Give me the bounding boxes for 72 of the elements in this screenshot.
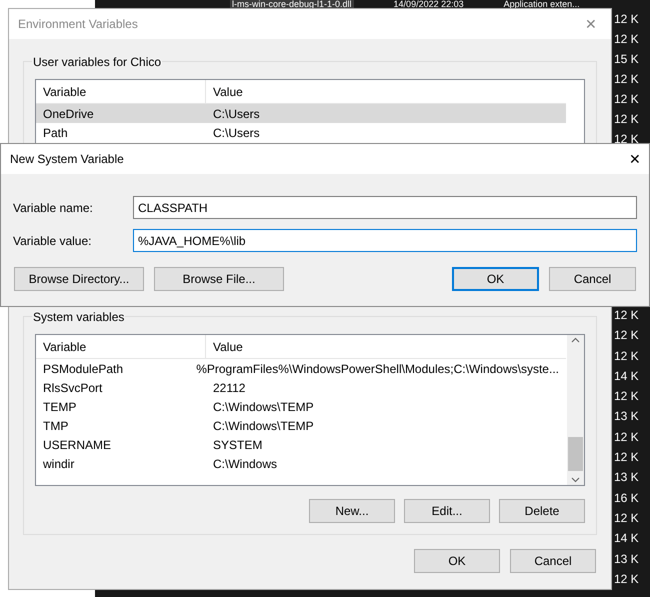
file-type: Application exten... [504,0,580,9]
file-size: 12 K [614,111,639,128]
variable-value: C:\Users [212,106,261,122]
list-row[interactable]: TEMP C:\Windows\TEMP [36,397,566,416]
variable-name: PSModulePath [42,360,124,378]
dialog-button[interactable]: Edit... [404,499,490,523]
variable-name: TEMP [42,398,78,416]
variable-name: OneDrive [42,106,95,122]
dialog-button[interactable]: Browse Directory... [14,267,144,291]
file-size: 12 K [614,327,639,344]
column-header: Value [212,84,244,100]
file-size: 16 K [614,490,639,507]
file-size: 12 K [614,11,639,28]
variable-name: windir [42,456,76,472]
list-row[interactable]: OneDrive C:\Users [36,104,566,123]
dialog-button[interactable]: OK [414,549,500,573]
dialog-button[interactable]: Delete [499,499,585,523]
input-field[interactable]: %JAVA_HOME%\lib [133,229,637,252]
variable-name: TMP [42,418,70,434]
file-size: 14 K [614,368,639,385]
list-row[interactable]: PSModulePath %ProgramFiles%\WindowsPowerShell\Modules;C:\Windows\syste... [36,359,566,378]
variable-name: RlsSvcPort [42,380,104,396]
file-size: 12 K [614,388,639,406]
list-row[interactable]: RlsSvcPort 22112 [36,378,566,397]
window-title: New System Variable [10,151,124,168]
file-size: 12 K [614,131,639,148]
field-label: Variable value: [13,232,92,250]
dialog-button[interactable]: New... [309,499,395,523]
file-size: 12 K [614,449,639,466]
variable-value: C:\Users [212,124,261,142]
column-header: Variable [36,80,206,103]
file-size: 12 K [614,91,639,108]
close-button[interactable]: ✕ [585,14,597,34]
file-size: 14 K [614,530,639,548]
variable-value: SYSTEM [212,436,264,454]
variable-value: C:\Windows\TEMP [212,418,315,434]
variable-value: C:\Windows\TEMP [212,398,315,416]
variable-value: %ProgramFiles%\WindowsPowerShell\Modules;C:\Windows\syste... [195,360,560,378]
list-row[interactable]: windir C:\Windows [36,454,566,473]
input-field[interactable]: CLASSPATH [133,196,637,219]
variable-name: Path [42,124,69,142]
dialog-button[interactable]: OK [452,267,539,291]
scroll-down-icon[interactable] [571,477,580,483]
column-header: Value [212,338,244,356]
file-size: 13 K [614,469,639,486]
scrollbar-thumb[interactable] [568,437,583,471]
window-title: Environment Variables [18,16,138,33]
variable-value: 22112 [212,380,246,396]
file-size: 12 K [614,348,639,365]
file-size: 15 K [614,51,639,68]
list-row[interactable]: USERNAME SYSTEM [36,435,566,454]
variable-name: USERNAME [42,436,112,454]
scrollbar[interactable] [567,335,584,485]
file-size: 12 K [614,31,639,48]
field-label: Variable name: [13,200,94,216]
scroll-up-icon[interactable] [571,337,580,343]
list-row[interactable]: Path C:\Users [36,123,566,142]
dialog-button[interactable]: Browse File... [154,267,284,291]
file-size: 12 K [614,428,639,446]
file-size: 12 K [614,510,639,527]
file-size: 12 K [614,71,639,88]
column-header: Variable [36,335,206,358]
variable-value: C:\Windows [212,456,278,472]
list-row[interactable]: TMP C:\Windows\TEMP [36,416,566,435]
file-size: 13 K [614,550,639,568]
file-size: 12 K [614,307,639,324]
dialog-button[interactable]: Cancel [549,267,636,291]
close-button[interactable]: ✕ [629,148,641,170]
file-date: 14/09/2022 22:03 [394,0,464,9]
dialog-button[interactable]: Cancel [510,549,596,573]
file-size: 13 K [614,408,639,426]
file-size: 12 K [614,570,639,588]
